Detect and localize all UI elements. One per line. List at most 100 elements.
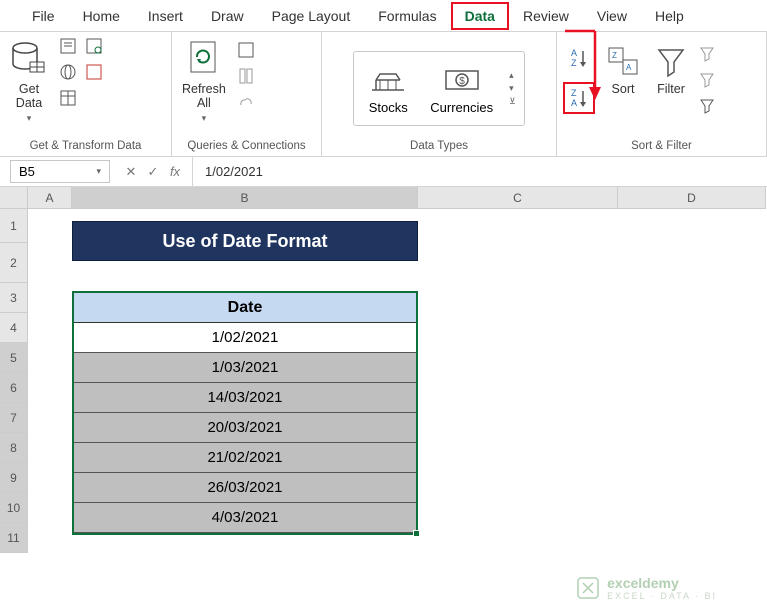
from-table-range-icon[interactable] [58,88,78,108]
ribbon-group-sort-filter: A Z Z A [557,32,767,156]
row-header-10[interactable]: 10 [0,493,28,523]
select-all-corner[interactable] [0,187,28,209]
row-header-9[interactable]: 9 [0,463,28,493]
svg-text:$: $ [459,76,465,87]
ribbon-tabs: File Home Insert Draw Page Layout Formul… [0,0,767,32]
ribbon: Get Data ▾ Get & Transform Data Refresh [0,32,767,157]
currencies-icon: $ [440,62,484,96]
database-icon [10,38,48,80]
svg-text:A: A [571,98,577,108]
fx-icon[interactable]: fx [166,164,184,179]
filter-button[interactable]: Filter [651,42,691,98]
ribbon-group-data-types: Stocks $ Currencies ▴ ▾ ⊻ Data Types [322,32,557,156]
row-header-11[interactable]: 11 [0,523,28,553]
row-header-1[interactable]: 1 [0,209,28,243]
get-data-button[interactable]: Get Data ▾ [6,36,52,126]
currencies-button[interactable]: $ Currencies [422,58,501,119]
tab-page-layout[interactable]: Page Layout [258,2,365,30]
sort-dialog-icon: Z A [605,44,641,80]
fill-handle[interactable] [413,530,420,537]
watermark-tag: EXCEL · DATA · BI [607,591,717,601]
queries-connections-icon[interactable] [236,40,256,60]
from-web-icon[interactable] [58,62,78,82]
sort-label: Sort [612,82,635,96]
formula-input[interactable]: 1/02/2021 [193,164,767,179]
group-queries-label: Queries & Connections [178,140,315,156]
formula-bar: B5 ▾ ✕ ✓ fx 1/02/2021 [0,157,767,187]
col-header-B[interactable]: B [72,187,418,209]
refresh-all-label: Refresh All [182,82,226,111]
from-text-csv-icon[interactable] [58,36,78,56]
row-header-4[interactable]: 4 [0,313,28,343]
chevron-up-icon[interactable]: ▴ [509,70,516,81]
chevron-down-icon[interactable]: ▾ [509,83,516,94]
stocks-button[interactable]: Stocks [358,58,418,119]
sort-button[interactable]: Z A Sort [601,42,645,98]
row-header-8[interactable]: 8 [0,433,28,463]
tab-review[interactable]: Review [509,2,583,30]
refresh-all-button[interactable]: Refresh All ▾ [178,36,230,126]
tab-insert[interactable]: Insert [134,2,197,30]
watermark: exceldemy EXCEL · DATA · BI [575,575,717,601]
row-header-6[interactable]: 6 [0,373,28,403]
refresh-icon [185,38,223,80]
cell-B7[interactable]: 14/03/2021 [74,383,416,413]
col-header-C[interactable]: C [418,187,618,209]
recent-sources-icon[interactable] [84,36,104,56]
chevron-down-icon: ▾ [27,113,32,124]
expand-icon[interactable]: ⊻ [509,96,516,107]
sort-descending-button[interactable]: Z A [563,82,595,114]
svg-text:A: A [626,63,632,72]
stocks-label: Stocks [369,100,408,115]
existing-connections-icon[interactable] [84,62,104,82]
cell-B5[interactable]: 1/02/2021 [74,323,416,353]
group-sort-filter-label: Sort & Filter [563,140,760,156]
watermark-icon [575,575,601,601]
sort-ascending-button[interactable]: A Z [563,42,595,74]
svg-text:Z: Z [571,88,577,98]
clear-filter-icon[interactable] [697,44,717,64]
tab-data[interactable]: Data [451,2,509,30]
date-table[interactable]: Date 1/02/2021 1/03/2021 14/03/2021 20/0… [72,291,418,535]
cancel-icon[interactable]: ✕ [122,164,140,180]
ribbon-group-get-transform: Get Data ▾ Get & Transform Data [0,32,172,156]
row-header-3[interactable]: 3 [0,283,28,313]
edit-links-icon[interactable] [236,92,256,112]
cell-B11[interactable]: 4/03/2021 [74,503,416,533]
filter-icon [655,44,687,80]
sort-az-icon: A Z [567,46,591,70]
spreadsheet: 1 2 3 4 5 6 7 8 9 10 11 A B C D Use of D… [0,187,767,553]
col-header-A[interactable]: A [28,187,72,209]
group-data-types-label: Data Types [328,140,550,156]
cell-B6[interactable]: 1/03/2021 [74,353,416,383]
tab-file[interactable]: File [18,2,69,30]
tab-view[interactable]: View [583,2,641,30]
tab-help[interactable]: Help [641,2,698,30]
reapply-icon[interactable] [697,70,717,90]
col-header-D[interactable]: D [618,187,766,209]
cell-B9[interactable]: 21/02/2021 [74,443,416,473]
svg-text:Z: Z [571,58,577,68]
sort-za-icon: Z A [567,86,591,110]
ribbon-group-queries: Refresh All ▾ Queries & Connections [172,32,322,156]
cell-B8[interactable]: 20/03/2021 [74,413,416,443]
group-get-transform-label: Get & Transform Data [6,140,165,156]
stocks-icon [366,62,410,96]
watermark-brand: exceldemy [607,575,679,591]
chevron-down-icon: ▾ [96,166,101,177]
name-box[interactable]: B5 ▾ [10,160,110,183]
tab-home[interactable]: Home [69,2,134,30]
tab-formulas[interactable]: Formulas [364,2,450,30]
get-data-label: Get Data [16,82,42,111]
cell-B10[interactable]: 26/03/2021 [74,473,416,503]
table-header-date: Date [74,293,416,323]
chevron-down-icon: ▾ [202,113,207,124]
advanced-filter-icon[interactable] [697,96,717,116]
row-header-2[interactable]: 2 [0,243,28,283]
tab-draw[interactable]: Draw [197,2,258,30]
row-header-7[interactable]: 7 [0,403,28,433]
name-box-value: B5 [19,164,35,179]
row-header-5[interactable]: 5 [0,343,28,373]
enter-icon[interactable]: ✓ [144,164,162,180]
properties-icon[interactable] [236,66,256,86]
